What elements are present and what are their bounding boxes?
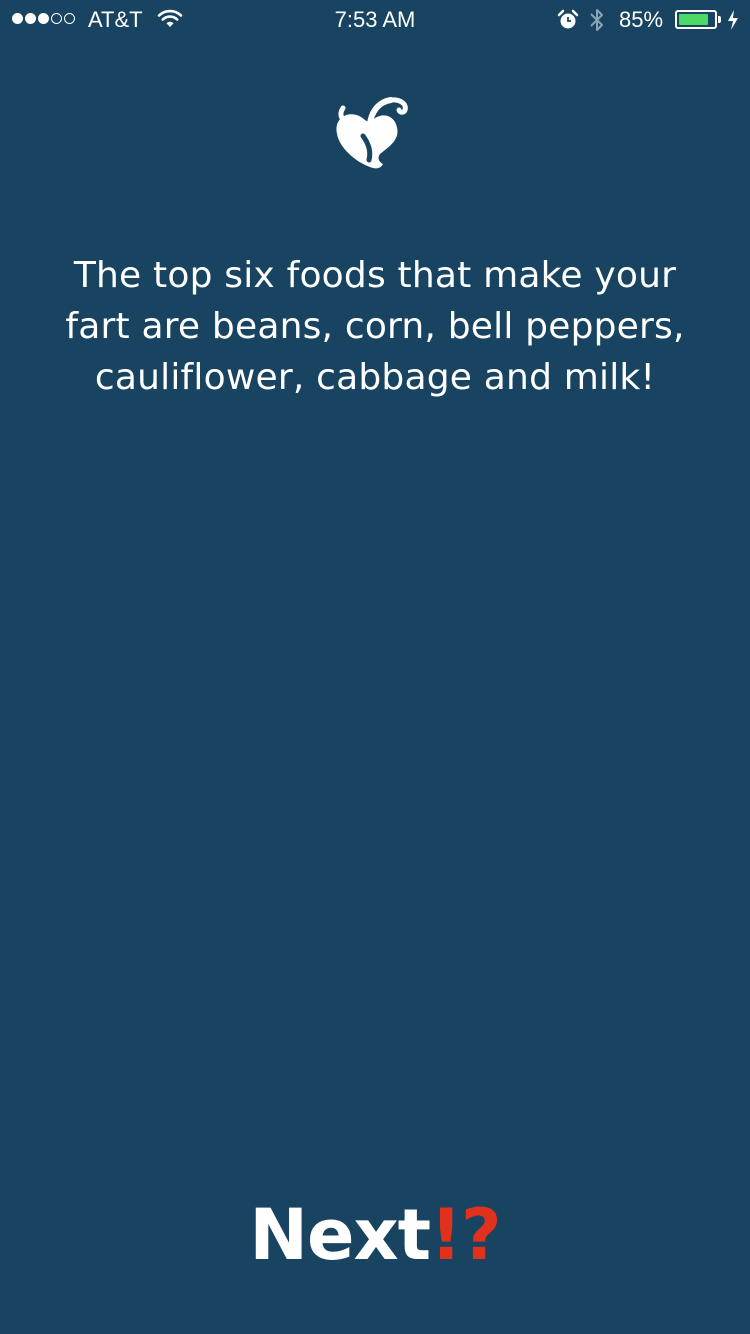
next-button-mark: !? <box>430 1194 502 1276</box>
status-bar: AT&T 7:53 AM 85% <box>0 0 750 40</box>
battery-cap <box>718 16 721 23</box>
next-button-label: Next <box>249 1194 431 1276</box>
charging-bolt-icon <box>726 9 740 37</box>
battery-percentage: 85% <box>619 7 664 32</box>
bluetooth-icon <box>588 7 606 39</box>
alarm-clock-icon <box>557 9 579 37</box>
battery-level-fill <box>679 14 708 25</box>
battery-icon <box>675 10 717 29</box>
fact-text: The top six foods that make your fart ar… <box>65 255 685 398</box>
next-button[interactable]: Next!? <box>225 1190 525 1280</box>
pepper-logo-icon <box>325 90 415 184</box>
